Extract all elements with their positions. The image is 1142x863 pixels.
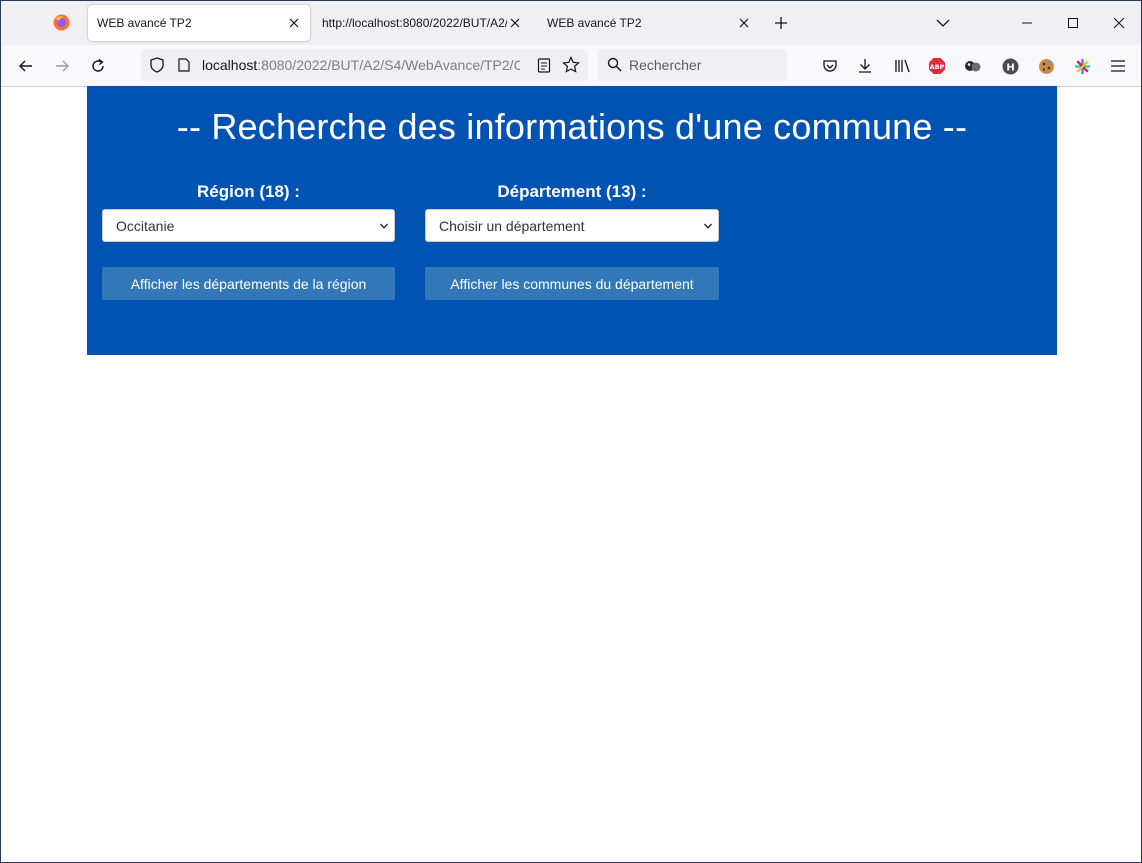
search-panel: -- Recherche des informations d'une comm… xyxy=(87,86,1057,355)
maximize-icon[interactable] xyxy=(1063,13,1083,33)
search-bar[interactable]: Rechercher xyxy=(598,49,787,81)
tab-web-avance-tp2[interactable]: WEB avancé TP2 xyxy=(88,5,310,41)
tab-label: WEB avancé TP2 xyxy=(547,16,642,30)
minimize-icon[interactable] xyxy=(1017,13,1037,33)
reader-view-icon[interactable] xyxy=(537,58,551,73)
page-icon xyxy=(178,58,190,72)
close-window-icon[interactable] xyxy=(1109,13,1129,33)
url-bar[interactable]: localhost:8080/2022/BUT/A2/S4/WebAvance/… xyxy=(141,49,588,81)
tab-label: WEB avancé TP2 xyxy=(97,16,192,30)
hamburger-menu-icon[interactable] xyxy=(1108,56,1128,76)
close-tab-icon[interactable] xyxy=(736,15,752,31)
forward-arrow-icon[interactable] xyxy=(52,56,72,76)
downloads-icon[interactable] xyxy=(855,56,875,76)
back-arrow-icon[interactable] xyxy=(16,56,36,76)
departement-select[interactable]: Choisir un département xyxy=(425,209,719,242)
show-departements-button[interactable]: Afficher les départements de la région xyxy=(102,267,395,300)
url-text[interactable]: localhost:8080/2022/BUT/A2/S4/WebAvance/… xyxy=(202,57,520,73)
reload-icon[interactable] xyxy=(88,56,108,76)
nav-bar: localhost:8080/2022/BUT/A2/S4/WebAvance/… xyxy=(1,45,1141,87)
chevron-down-icon xyxy=(703,223,713,229)
firefox-icon[interactable] xyxy=(53,14,70,31)
page-title: -- Recherche des informations d'une comm… xyxy=(176,106,968,147)
tab-web-avance-tp2-second[interactable]: WEB avancé TP2 xyxy=(538,5,760,41)
show-communes-button[interactable]: Afficher les communes du département xyxy=(425,267,719,300)
bookmark-star-icon[interactable] xyxy=(562,56,580,74)
departement-label: Département (13) : xyxy=(497,182,647,201)
tab-localhost[interactable]: http://localhost:8080/2022/BUT/A2/ xyxy=(313,5,531,41)
search-placeholder: Rechercher xyxy=(629,57,702,73)
tab-strip: WEB avancé TP2 http://localhost:8080/202… xyxy=(1,1,1141,45)
cookie-extension-icon[interactable] xyxy=(1036,56,1056,76)
svg-text:ABP: ABP xyxy=(930,63,945,71)
sparkle-extension-icon[interactable] xyxy=(1072,56,1092,76)
library-icon[interactable] xyxy=(892,56,912,76)
new-tab-icon[interactable] xyxy=(772,14,790,32)
region-selected-value: Occitanie xyxy=(116,218,175,234)
close-tab-icon[interactable] xyxy=(286,15,302,31)
adblock-plus-icon[interactable]: ABP xyxy=(927,56,947,76)
list-all-tabs-icon[interactable] xyxy=(935,16,951,30)
departement-selected-value: Choisir un département xyxy=(439,218,585,234)
tab-label: http://localhost:8080/2022/BUT/A2/ xyxy=(322,16,507,30)
region-label: Région (18) : xyxy=(197,182,300,201)
region-select[interactable]: Occitanie xyxy=(102,209,395,242)
pocket-icon[interactable] xyxy=(820,56,840,76)
search-icon xyxy=(607,57,622,72)
svg-text:H: H xyxy=(1006,62,1014,73)
shield-icon[interactable] xyxy=(150,57,164,73)
extension-h-icon[interactable]: H xyxy=(1000,56,1020,76)
chevron-down-icon xyxy=(379,223,389,229)
extension-balls-icon[interactable] xyxy=(963,56,983,76)
close-tab-icon[interactable] xyxy=(507,15,523,31)
